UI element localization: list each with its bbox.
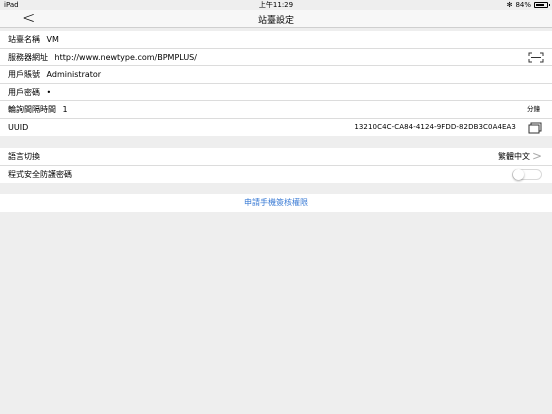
account-row[interactable]: 用戶賬號 Administrator [0, 66, 552, 84]
password-label: 用戶密碼 [8, 87, 40, 97]
page-title: 站臺設定 [257, 16, 294, 26]
account-value[interactable]: Administrator [47, 70, 102, 79]
poll-interval-row[interactable]: 輪詢間隔時間 1 分鐘 [0, 101, 552, 119]
battery-percent: 84% [515, 1, 531, 9]
site-name-row[interactable]: 站臺名稱 VM [0, 31, 552, 49]
chevron-right-icon: > [531, 149, 542, 163]
language-label: 語言切換 [8, 152, 40, 161]
apply-signing-permission-link[interactable]: 申請手機簽核權限 [0, 194, 552, 212]
poll-interval-label: 輪詢間隔時間 [8, 105, 56, 114]
qr-scan-icon[interactable] [528, 52, 544, 63]
battery-fill [536, 4, 545, 6]
language-value: 繁體中文 [498, 152, 530, 161]
language-row[interactable]: 語言切換 繁體中文 > [0, 148, 552, 166]
poll-interval-value[interactable]: 1 [63, 105, 68, 114]
bluetooth-icon: ✻ [506, 1, 513, 9]
password-row[interactable]: 用戶密碼 • [0, 84, 552, 101]
uuid-value: 13210C4C-CA84-4124-9FDD-82DB3C0A4EA3 [354, 122, 516, 131]
server-url-label: 服務器網址 [8, 52, 48, 62]
copy-icon[interactable] [528, 122, 542, 134]
app-lock-label: 程式安全防護密碼 [8, 169, 72, 179]
battery-icon [534, 2, 550, 8]
account-label: 用戶賬號 [8, 70, 40, 79]
settings-group: 站臺名稱 VM 服務器網址 http://www.newtype.com/BPM… [0, 31, 552, 136]
site-name-label: 站臺名稱 [8, 35, 40, 44]
server-url-row[interactable]: 服務器網址 http://www.newtype.com/BPMPLUS/ [0, 49, 552, 66]
toggle-knob [513, 168, 524, 180]
site-name-value[interactable]: VM [47, 35, 59, 44]
app-lock-toggle[interactable] [512, 168, 542, 180]
poll-interval-unit: 分鐘 [527, 105, 540, 113]
password-value[interactable]: • [47, 88, 52, 97]
server-url-value[interactable]: http://www.newtype.com/BPMPLUS/ [55, 53, 197, 62]
status-bar: iPad 上午11:29 ✻ 84% [0, 0, 552, 10]
uuid-row: UUID 13210C4C-CA84-4124-9FDD-82DB3C0A4EA… [0, 119, 552, 137]
navigation-bar: < 站臺設定 [0, 10, 552, 28]
status-right: ✻ 84% [506, 0, 550, 10]
app-lock-row: 程式安全防護密碼 [0, 166, 552, 184]
status-time: 上午11:29 [258, 1, 294, 9]
preferences-group: 語言切換 繁體中文 > 程式安全防護密碼 [0, 148, 552, 183]
uuid-label: UUID [8, 122, 29, 132]
